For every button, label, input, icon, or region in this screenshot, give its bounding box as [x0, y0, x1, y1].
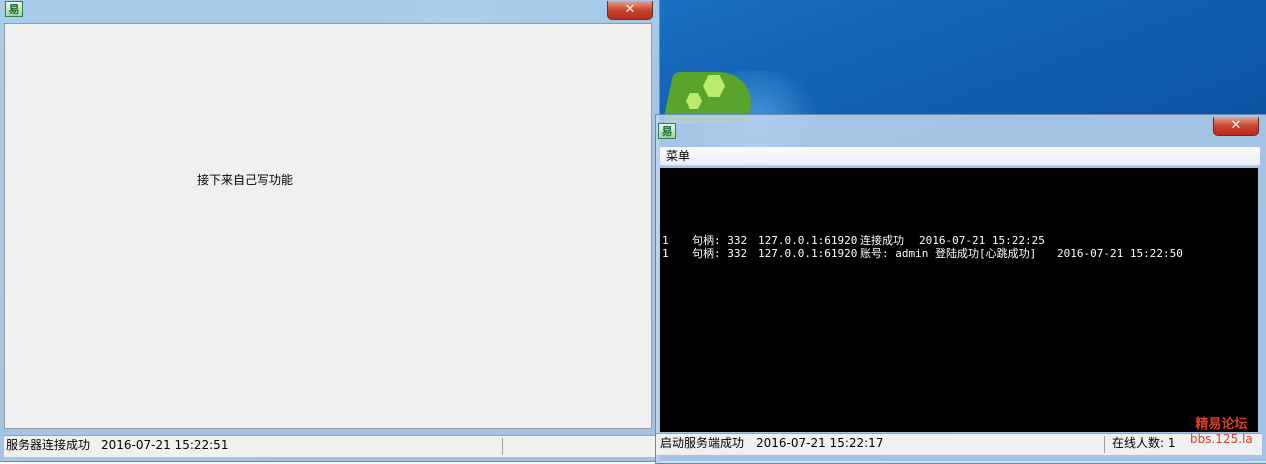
client-main-label: 接下来自己写功能 [197, 173, 294, 187]
menu-item[interactable]: 菜单 [660, 149, 690, 163]
close-icon[interactable]: ✕ [607, 1, 653, 20]
app-icon: 易 [658, 123, 676, 139]
log-address: 127.0.0.1:61920 [758, 234, 858, 247]
client-titlebar[interactable]: 易 ✕ [0, 0, 659, 20]
server-titlebar[interactable]: 易 ✕ [656, 115, 1266, 139]
app-icon: 易 [5, 1, 23, 17]
log-time: 2016-07-21 15:22:50 [1057, 247, 1183, 260]
status-separator [502, 438, 503, 455]
log-event: 账号: admin 登陆成功[心跳成功] [860, 247, 1037, 260]
status-timestamp: 2016-07-21 15:22:17 [756, 436, 884, 450]
server-statusbar: 启动服务端成功 2016-07-21 15:22:17 在线人数: 1 [656, 433, 1262, 455]
client-statusbar: 服务器连接成功 2016-07-21 15:22:51 [4, 435, 655, 457]
watermark-url: bbs.125.la [1190, 432, 1253, 446]
log-index: 1 [662, 234, 669, 247]
online-count: 在线人数: 1 [1112, 436, 1176, 450]
watermark-title: 精易论坛 [1195, 417, 1248, 432]
close-icon[interactable]: ✕ [1213, 117, 1259, 136]
status-separator [1104, 436, 1105, 453]
server-window: 易 ✕ 菜单 1 句柄: 332 127.0.0.1:61920 连接成功 20… [655, 114, 1266, 464]
status-timestamp: 2016-07-21 15:22:51 [101, 438, 229, 452]
forum-watermark: 精易论坛 bbs.125.la [1190, 417, 1253, 447]
menubar: 菜单 [660, 147, 1260, 166]
status-message: 服务器连接成功 [6, 438, 91, 452]
log-address: 127.0.0.1:61920 [758, 247, 858, 260]
log-index: 1 [662, 247, 669, 260]
log-time: 2016-07-21 15:22:25 [919, 234, 1045, 247]
log-handle: 句柄: 332 [692, 234, 748, 247]
client-window: 易 ✕ 接下来自己写功能 服务器连接成功 2016-07-21 15:22:51 [0, 0, 660, 462]
log-event: 连接成功 [860, 234, 904, 247]
client-area: 接下来自己写功能 [4, 23, 652, 429]
log-handle: 句柄: 332 [692, 247, 748, 260]
log-console[interactable]: 1 句柄: 332 127.0.0.1:61920 连接成功 2016-07-2… [660, 168, 1258, 432]
status-message: 启动服务端成功 [660, 436, 745, 450]
